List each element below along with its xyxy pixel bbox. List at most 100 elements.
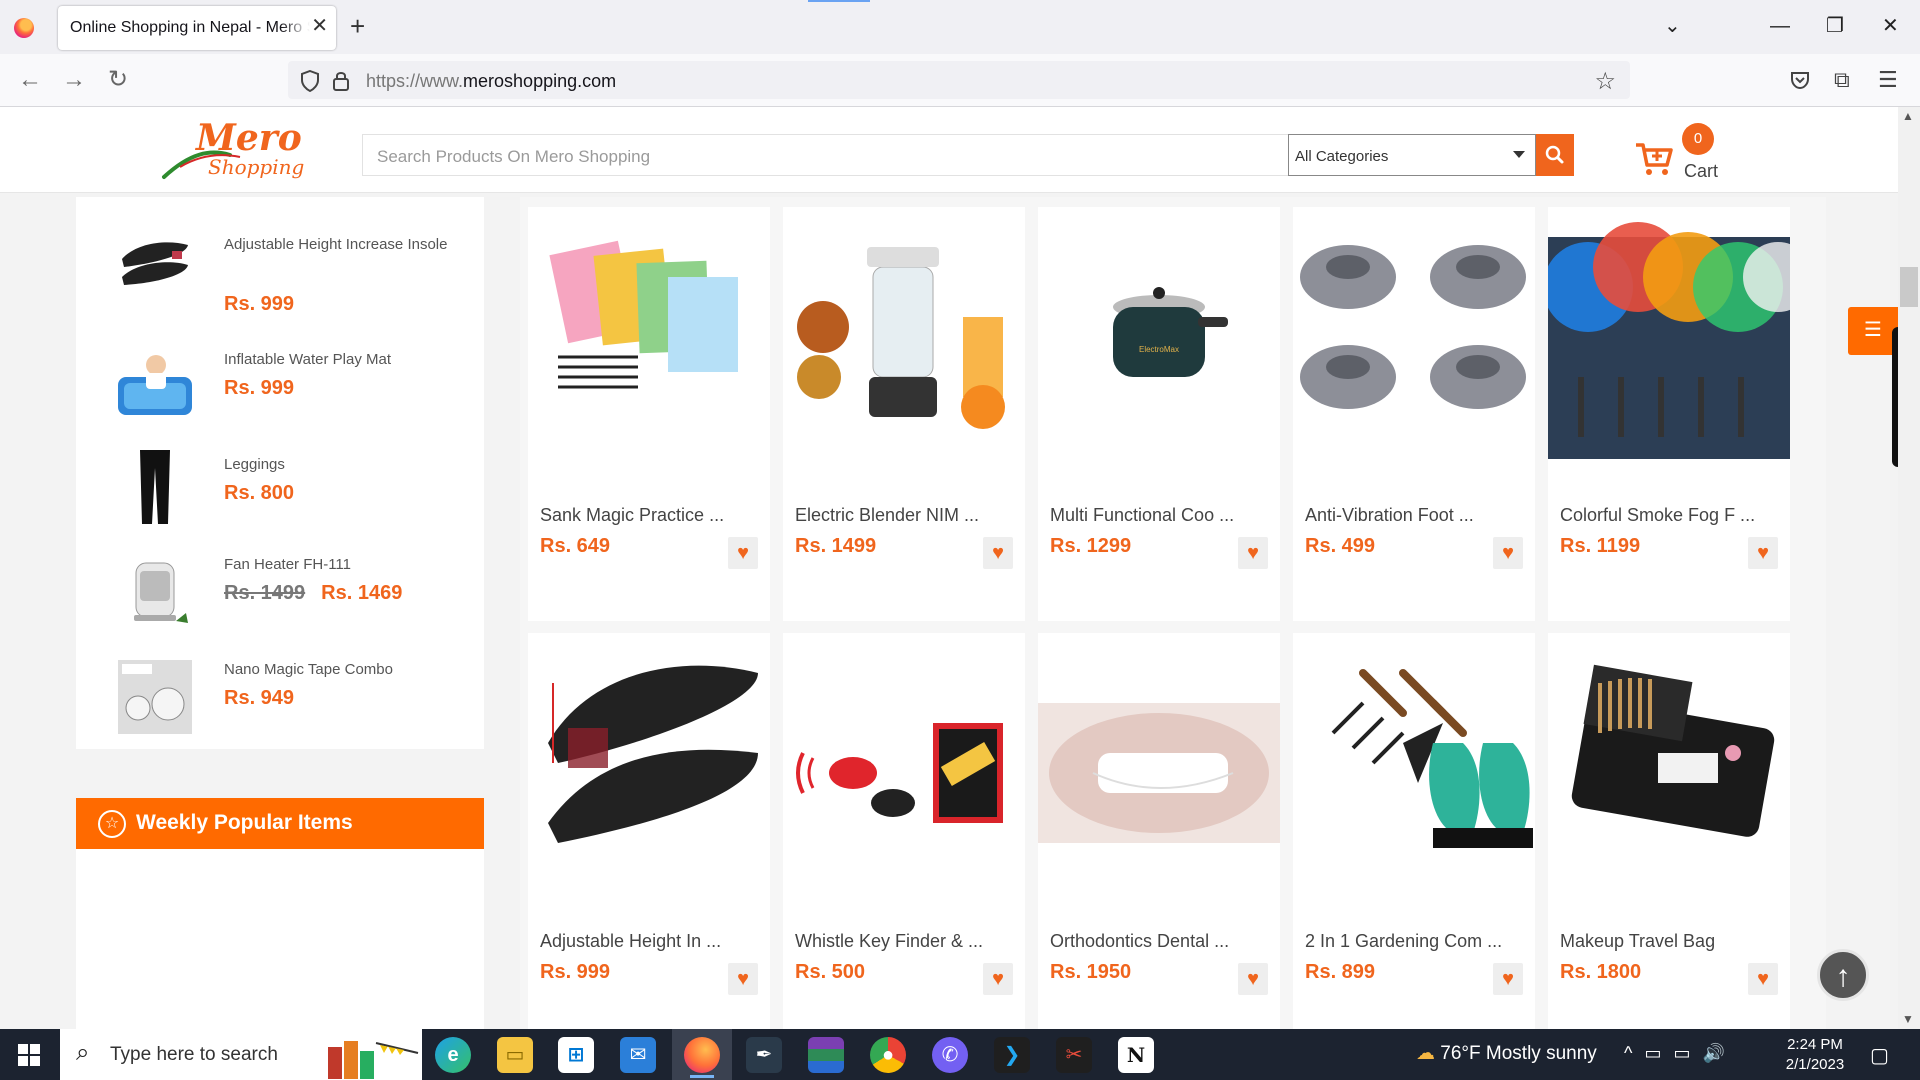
lock-icon[interactable] bbox=[332, 70, 350, 92]
wishlist-heart-icon[interactable]: ♥ bbox=[1748, 963, 1778, 995]
scroll-to-top-button[interactable]: ↑ bbox=[1817, 949, 1869, 1001]
notification-icon[interactable]: ▢ bbox=[1870, 1043, 1889, 1068]
product-image[interactable] bbox=[1038, 633, 1280, 893]
vscode-icon[interactable]: ❯ bbox=[994, 1037, 1030, 1073]
cart-button[interactable]: 0 Cart bbox=[1634, 119, 1734, 183]
winrar-icon[interactable] bbox=[808, 1037, 844, 1073]
system-tray[interactable]: ^▭▭🔊 bbox=[1624, 1043, 1737, 1064]
product-name[interactable]: Whistle Key Finder & ... bbox=[795, 931, 983, 952]
scroll-up-icon[interactable]: ▲ bbox=[1902, 109, 1914, 123]
store-icon[interactable]: ⊞ bbox=[558, 1037, 594, 1073]
product-card[interactable]: Whistle Key Finder & ... Rs. 500 ♥ bbox=[783, 633, 1025, 1029]
product-image[interactable] bbox=[1293, 207, 1535, 467]
search-button[interactable] bbox=[1536, 134, 1574, 176]
taskbar-search-input[interactable]: ⌕ Type here to search bbox=[60, 1029, 422, 1080]
pocket-icon[interactable] bbox=[1790, 70, 1810, 90]
firefox-icon[interactable] bbox=[684, 1037, 720, 1073]
clock[interactable]: 2:24 PM 2/1/2023 bbox=[1770, 1035, 1860, 1075]
list-item[interactable]: Fan Heater FH-111 Rs. 1499 Rs. 1469 bbox=[76, 547, 484, 647]
product-card[interactable]: Makeup Travel Bag Rs. 1800 ♥ bbox=[1548, 633, 1790, 1029]
product-name[interactable]: Adjustable Height In ... bbox=[540, 931, 721, 952]
product-price: Rs. 899 bbox=[1305, 961, 1376, 983]
product-image[interactable] bbox=[1548, 207, 1790, 467]
weather-widget[interactable]: ☁ 76°F Mostly sunny bbox=[1416, 1042, 1597, 1065]
reload-icon[interactable]: ↻ bbox=[108, 66, 128, 94]
scroll-down-icon[interactable]: ▼ bbox=[1902, 1012, 1914, 1026]
clock-date: 2/1/2023 bbox=[1785, 1056, 1845, 1073]
list-item-name: Leggings bbox=[224, 456, 285, 473]
forward-arrow-icon[interactable]: → bbox=[62, 66, 86, 94]
product-image[interactable]: ElectroMax bbox=[1038, 207, 1280, 467]
star-badge-icon: ☆ bbox=[98, 810, 126, 838]
chrome-icon[interactable]: ● bbox=[870, 1037, 906, 1073]
list-item[interactable]: Leggings Rs. 800 bbox=[76, 442, 484, 542]
product-name[interactable]: Sank Magic Practice ... bbox=[540, 505, 724, 526]
product-card[interactable]: Colorful Smoke Fog F ... Rs. 1199 ♥ bbox=[1548, 207, 1790, 621]
product-name[interactable]: Anti-Vibration Foot ... bbox=[1305, 505, 1474, 526]
file-explorer-icon[interactable]: ▭ bbox=[497, 1037, 533, 1073]
extensions-icon[interactable]: ⧉ bbox=[1834, 66, 1850, 94]
product-name[interactable]: 2 In 1 Gardening Com ... bbox=[1305, 931, 1502, 952]
side-menu-button[interactable]: ☰ bbox=[1848, 307, 1898, 355]
wishlist-heart-icon[interactable]: ♥ bbox=[1493, 537, 1523, 569]
list-item[interactable]: Nano Magic Tape Combo Rs. 949 bbox=[76, 652, 484, 752]
snipping-tool-icon[interactable]: ✂ bbox=[1056, 1037, 1092, 1073]
wishlist-heart-icon[interactable]: ♥ bbox=[728, 963, 758, 995]
wishlist-heart-icon[interactable]: ♥ bbox=[1493, 963, 1523, 995]
product-card[interactable]: Orthodontics Dental ... Rs. 1950 ♥ bbox=[1038, 633, 1280, 1029]
inkscape-icon[interactable]: ✒ bbox=[746, 1037, 782, 1073]
wishlist-heart-icon[interactable]: ♥ bbox=[1748, 537, 1778, 569]
mail-icon[interactable]: ✉ bbox=[620, 1037, 656, 1073]
cart-icon bbox=[1636, 143, 1673, 175]
product-card[interactable]: Anti-Vibration Foot ... Rs. 499 ♥ bbox=[1293, 207, 1535, 621]
list-item-price: Rs. 800 bbox=[224, 482, 295, 504]
product-price: Rs. 1950 bbox=[1050, 961, 1132, 983]
new-tab-icon[interactable]: + bbox=[350, 12, 365, 40]
shield-icon[interactable] bbox=[300, 70, 320, 92]
close-window-icon[interactable]: ✕ bbox=[1882, 14, 1899, 38]
product-image[interactable] bbox=[783, 207, 1025, 467]
wishlist-heart-icon[interactable]: ♥ bbox=[1238, 537, 1268, 569]
windows-start-icon[interactable] bbox=[18, 1044, 40, 1066]
list-all-tabs-icon[interactable]: ⌄ bbox=[1664, 14, 1681, 38]
edge-icon[interactable]: e bbox=[435, 1037, 471, 1073]
browser-tab[interactable]: Online Shopping in Nepal - Mero Shopping… bbox=[58, 6, 336, 50]
wishlist-heart-icon[interactable]: ♥ bbox=[983, 963, 1013, 995]
product-image[interactable] bbox=[1293, 633, 1535, 893]
list-item[interactable]: Adjustable Height Increase Insole Rs. 99… bbox=[76, 217, 484, 317]
product-image[interactable] bbox=[528, 633, 770, 893]
scrollbar-thumb[interactable] bbox=[1900, 267, 1918, 307]
product-card[interactable]: ElectroMax Multi Functional Coo ... Rs. 12… bbox=[1038, 207, 1280, 621]
product-name[interactable]: Orthodontics Dental ... bbox=[1050, 931, 1229, 952]
product-card[interactable]: Sank Magic Practice ... Rs. 649 ♥ bbox=[528, 207, 770, 621]
product-card[interactable]: Electric Blender NIM ... Rs. 1499 ♥ bbox=[783, 207, 1025, 621]
category-select[interactable]: All Categories bbox=[1288, 134, 1536, 176]
address-bar[interactable]: https://www.meroshopping.com ☆ bbox=[288, 61, 1630, 99]
product-name[interactable]: Electric Blender NIM ... bbox=[795, 505, 979, 526]
wishlist-heart-icon[interactable]: ♥ bbox=[983, 537, 1013, 569]
product-image[interactable] bbox=[1548, 633, 1790, 893]
product-name[interactable]: Colorful Smoke Fog F ... bbox=[1560, 505, 1755, 526]
page-viewport: Mero Shopping Search Products On Mero Sh… bbox=[0, 107, 1920, 1029]
restore-icon[interactable]: ❐ bbox=[1826, 14, 1844, 38]
close-tab-icon[interactable]: ✕ bbox=[311, 16, 328, 36]
product-card[interactable]: 2 In 1 Gardening Com ... Rs. 899 ♥ bbox=[1293, 633, 1535, 1029]
star-icon[interactable]: ☆ bbox=[1594, 67, 1616, 96]
product-image[interactable] bbox=[783, 633, 1025, 893]
search-input[interactable]: Search Products On Mero Shopping bbox=[362, 134, 1288, 176]
list-item[interactable]: Inflatable Water Play Mat Rs. 999 bbox=[76, 337, 484, 437]
product-name[interactable]: Multi Functional Coo ... bbox=[1050, 505, 1234, 526]
menu-icon[interactable]: ☰ bbox=[1878, 66, 1898, 94]
back-arrow-icon[interactable]: ← bbox=[18, 66, 42, 94]
notion-icon[interactable]: N bbox=[1118, 1037, 1154, 1073]
product-image[interactable] bbox=[528, 207, 770, 467]
viber-icon[interactable]: ✆ bbox=[932, 1037, 968, 1073]
weather-text: 76°F Mostly sunny bbox=[1440, 1043, 1597, 1064]
product-card[interactable]: Adjustable Height In ... Rs. 999 ♥ bbox=[528, 633, 770, 1029]
scrollbar[interactable] bbox=[1898, 107, 1920, 1029]
minimize-icon[interactable]: — bbox=[1770, 14, 1790, 38]
product-name[interactable]: Makeup Travel Bag bbox=[1560, 931, 1715, 952]
wishlist-heart-icon[interactable]: ♥ bbox=[728, 537, 758, 569]
site-logo[interactable]: Mero Shopping bbox=[160, 117, 304, 185]
wishlist-heart-icon[interactable]: ♥ bbox=[1238, 963, 1268, 995]
